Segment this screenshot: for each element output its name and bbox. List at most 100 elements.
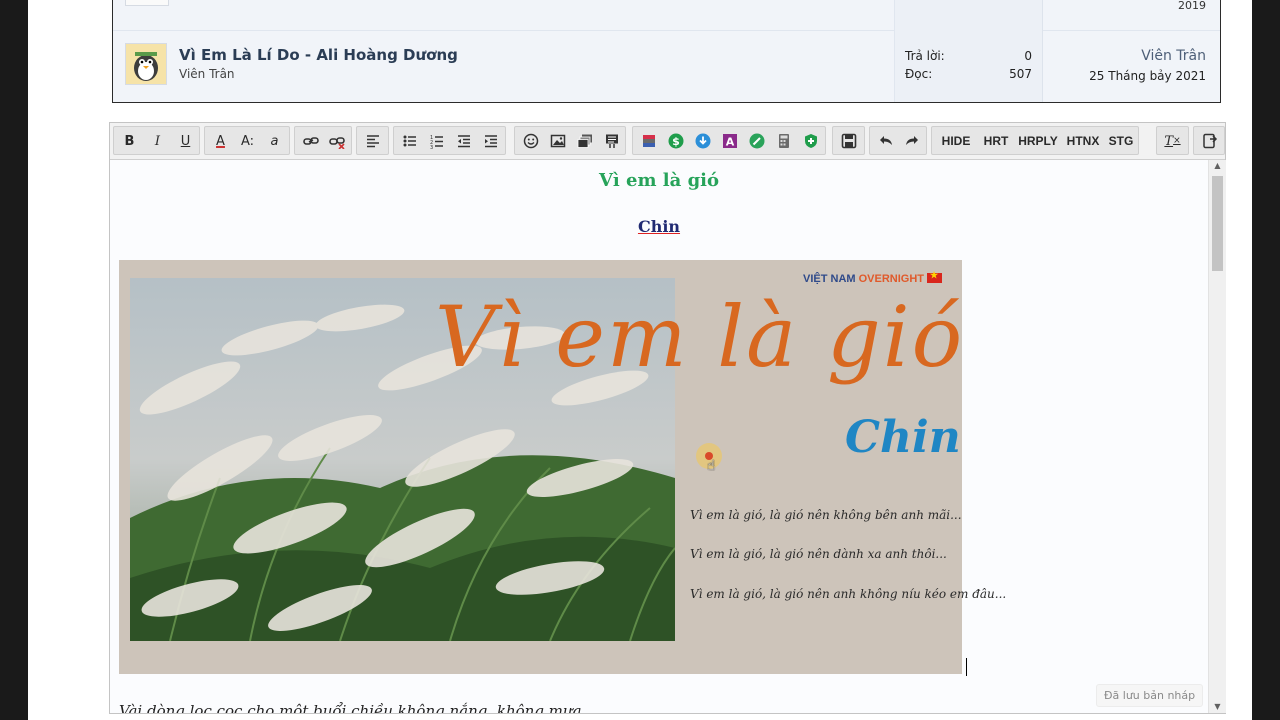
replies-count: 0	[1024, 49, 1032, 63]
last-post-date: 2019	[1178, 0, 1206, 12]
svg-text:$: $	[672, 135, 680, 148]
toolbar-group-basic: B I U	[113, 126, 200, 155]
draft-saved-badge: Đã lưu bản nháp	[1096, 684, 1204, 707]
scroll-down-icon[interactable]: ▼	[1209, 701, 1226, 713]
post-body-text: Vài dòng lọc cọc cho một buổi chiều khôn…	[119, 702, 582, 713]
font-color-button[interactable]: A	[208, 129, 233, 153]
calculator-icon	[778, 134, 789, 148]
letter-a-icon: A	[722, 134, 737, 149]
thread-list: 2019 Vì Em Là Lí Do - Ali Hoàng Dương Vi	[112, 0, 1221, 103]
penguin-avatar-icon	[126, 44, 166, 84]
hrply-tag-button[interactable]: HRPLY	[1015, 129, 1061, 153]
shield-add-button[interactable]	[798, 129, 823, 153]
svg-text:3: 3	[430, 145, 433, 149]
thread-row[interactable]: Vì Em Là Lí Do - Ali Hoàng Dương Viên Tr…	[113, 30, 1220, 102]
calculator-button[interactable]	[771, 129, 796, 153]
thread-author-link[interactable]: Viên Trân	[179, 67, 235, 81]
bullet-list-button[interactable]	[397, 129, 422, 153]
thread-title-link[interactable]: Vì Em Là Lí Do - Ali Hoàng Dương	[179, 46, 458, 64]
download-button[interactable]	[690, 129, 715, 153]
thread-row-previous[interactable]: 2019	[113, 0, 1220, 31]
remove-format-button[interactable]: T ×	[1160, 129, 1185, 153]
indent-icon	[484, 135, 497, 148]
toolbar-group-extras: $ A	[632, 126, 826, 155]
hrt-tag-button[interactable]: HRT	[979, 129, 1013, 153]
scroll-up-icon[interactable]: ▲	[1209, 160, 1226, 172]
toolbar-group-font: A A: a	[204, 126, 290, 155]
undo-button[interactable]	[873, 129, 898, 153]
bold-button[interactable]: B	[117, 129, 142, 153]
italic-button[interactable]: I	[145, 129, 170, 153]
vietnam-flag-icon	[927, 270, 943, 283]
embedded-image[interactable]: VIỆT NAM OVERNIGHT Vì em là gió Chin Vì …	[119, 260, 1006, 674]
link-icon	[302, 137, 319, 145]
editor-scrollbar[interactable]: ▲ ▼	[1208, 160, 1226, 713]
toolbar-group-save	[832, 126, 865, 155]
toolbar-group-toggle	[1193, 126, 1225, 155]
undo-icon	[879, 136, 892, 145]
pencil-circle-icon	[749, 133, 764, 149]
toolbar-group-link	[294, 126, 352, 155]
thread-stats-cell: Trả lời: 0 Đọc: 507	[894, 30, 1043, 102]
editor-toolbar: B I U A A: a 1 2 3 $ A HIDE HRT HRPLY HT…	[110, 123, 1225, 160]
align-left-icon	[366, 135, 379, 148]
smiley-icon	[523, 133, 538, 149]
toolbar-group-custom-tags: HIDE HRT HRPLY HTNX STG	[931, 126, 1139, 155]
bullet-list-icon	[403, 135, 416, 147]
dollar-icon: $	[668, 133, 683, 149]
edit-button[interactable]	[744, 129, 769, 153]
money-button[interactable]: $	[663, 129, 688, 153]
font-family-button[interactable]: a	[262, 129, 287, 153]
avatar[interactable]	[125, 43, 167, 85]
redo-button[interactable]	[899, 129, 924, 153]
image-icon	[550, 134, 565, 148]
toggle-bbcode-button[interactable]	[1197, 129, 1222, 153]
numbered-list-icon: 123	[430, 135, 443, 149]
numbered-list-button[interactable]: 123	[424, 129, 449, 153]
hide-tag-button[interactable]: HIDE	[936, 129, 976, 153]
stg-tag-button[interactable]: STG	[1105, 129, 1137, 153]
brand-watermark: VIỆT NAM OVERNIGHT	[803, 270, 943, 285]
editor-content-area[interactable]: Vì em là gió Chin VIỆT NAM OVERNIGHT★ Vì…	[110, 160, 1208, 713]
toolbar-group-lists: 123	[393, 126, 506, 155]
last-post-user-link[interactable]: Viên Trân	[1141, 48, 1206, 64]
bbcode-toggle-icon	[1202, 133, 1217, 149]
insert-media-button[interactable]	[572, 129, 597, 153]
insert-image-button[interactable]	[545, 129, 570, 153]
font-size-button[interactable]: A:	[235, 129, 260, 153]
quote-block-icon	[605, 134, 618, 148]
outdent-icon	[457, 135, 470, 148]
text-style-button[interactable]: A	[717, 129, 742, 153]
thread-last-post-cell: 2019	[1042, 0, 1221, 30]
text-caret	[966, 658, 967, 676]
unlink-icon	[328, 137, 345, 149]
shield-plus-icon	[804, 134, 817, 148]
smilie-button[interactable]	[518, 129, 543, 153]
song-author: Chin	[637, 217, 681, 236]
thread-stats-cell	[894, 0, 1043, 30]
avatar[interactable]	[125, 0, 169, 6]
unlink-button[interactable]	[324, 129, 349, 153]
replies-label: Trả lời:	[905, 49, 945, 63]
image-lyric-line: Vì em là gió, là gió nên dành xa anh thô…	[690, 547, 947, 561]
forum-page: 2019 Vì Em Là Lí Do - Ali Hoàng Dương Vi	[28, 0, 1252, 720]
toolbar-group-insert	[514, 126, 626, 155]
brand-part-2: OVERNIGHT	[858, 273, 925, 285]
svg-text:A: A	[725, 136, 734, 149]
link-button[interactable]	[298, 129, 323, 153]
htnx-tag-button[interactable]: HTNX	[1063, 129, 1103, 153]
floppy-disk-icon	[841, 133, 856, 149]
indent-button[interactable]	[478, 129, 503, 153]
views-count: 507	[1009, 67, 1032, 81]
save-draft-button[interactable]	[836, 129, 861, 153]
quote-button[interactable]	[599, 129, 624, 153]
underline-button[interactable]: U	[173, 129, 198, 153]
last-post-date[interactable]: 25 Tháng bảy 2021	[1089, 69, 1206, 83]
align-button[interactable]	[360, 129, 385, 153]
image-lyric-line: Vì em là gió, là gió nên anh không níu k…	[690, 587, 1007, 601]
outdent-button[interactable]	[451, 129, 476, 153]
editor-scrollbar-thumb[interactable]	[1212, 176, 1223, 271]
redo-icon	[905, 136, 918, 145]
image-lyric-line: Vì em là gió, là gió nên không bên anh m…	[690, 508, 962, 522]
spoiler-button[interactable]	[636, 129, 661, 153]
